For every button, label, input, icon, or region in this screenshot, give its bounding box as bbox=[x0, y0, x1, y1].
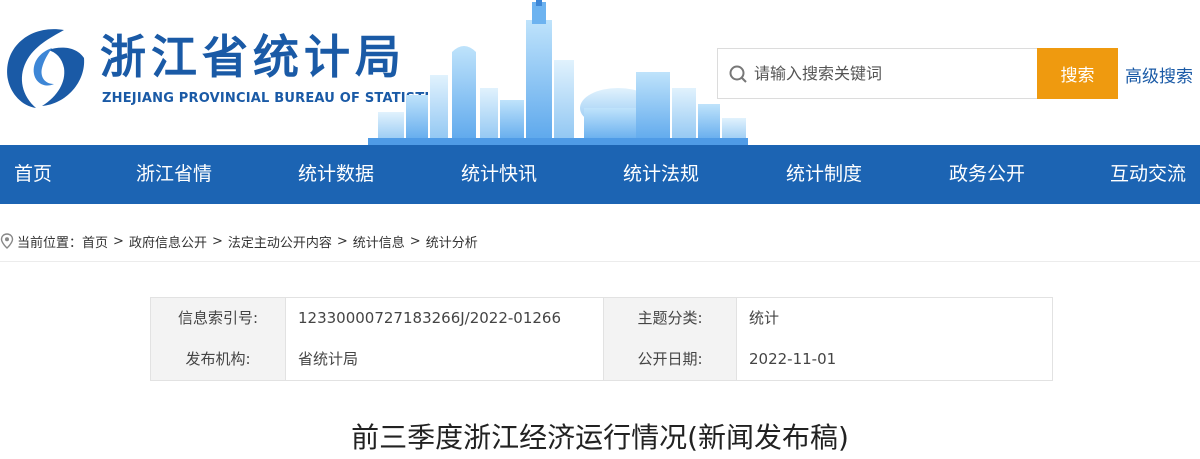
breadcrumb-divider bbox=[0, 261, 1200, 262]
breadcrumb-separator: > bbox=[409, 233, 421, 249]
location-pin-icon bbox=[0, 233, 14, 249]
breadcrumb: 当前位置： 首页 > 政府信息公开 > 法定主动公开内容 > 统计信息 > 统计… bbox=[0, 231, 478, 251]
nav-item-statistics-law[interactable]: 统计法规 bbox=[623, 145, 699, 204]
nav-item-zhejiang-overview[interactable]: 浙江省情 bbox=[136, 145, 212, 204]
city-skyline-illustration bbox=[368, 0, 748, 145]
index-number-value: 12330000727183266J/2022-01266 bbox=[286, 298, 604, 339]
nav-item-home[interactable]: 首页 bbox=[14, 145, 52, 204]
publisher-label: 发布机构: bbox=[151, 339, 286, 380]
publish-date-label: 公开日期: bbox=[604, 339, 737, 380]
breadcrumb-government-info[interactable]: 政府信息公开 bbox=[129, 232, 207, 251]
breadcrumb-separator: > bbox=[113, 233, 124, 249]
nav-item-statistics-data[interactable]: 统计数据 bbox=[298, 145, 374, 204]
search-icon bbox=[729, 65, 747, 83]
topic-label: 主题分类: bbox=[604, 298, 737, 339]
search-button[interactable]: 搜索 bbox=[1037, 48, 1118, 99]
breadcrumb-home[interactable]: 首页 bbox=[82, 232, 108, 251]
breadcrumb-prefix: 当前位置： bbox=[17, 235, 83, 251]
document-info-table: 信息索引号: 12330000727183266J/2022-01266 主题分… bbox=[150, 297, 1053, 381]
article-title: 前三季度浙江经济运行情况(新闻发布稿) bbox=[351, 421, 849, 454]
breadcrumb-statutory-content[interactable]: 法定主动公开内容 bbox=[228, 232, 332, 251]
info-row: 发布机构: 省统计局 公开日期: 2022-11-01 bbox=[151, 339, 1052, 380]
index-number-label: 信息索引号: bbox=[151, 298, 286, 339]
nav-item-statistics-news[interactable]: 统计快讯 bbox=[461, 145, 537, 204]
nav-item-interaction[interactable]: 互动交流 bbox=[1110, 145, 1186, 204]
search-box bbox=[717, 48, 1037, 99]
nav-item-government-affairs[interactable]: 政务公开 bbox=[949, 145, 1025, 204]
main-nav: 首页 浙江省情 统计数据 统计快讯 统计法规 统计制度 政务公开 互动交流 bbox=[0, 145, 1200, 204]
nav-item-statistics-system[interactable]: 统计制度 bbox=[786, 145, 862, 204]
bureau-logo-icon[interactable] bbox=[0, 22, 88, 110]
advanced-search-link[interactable]: 高级搜索 bbox=[1125, 62, 1193, 87]
breadcrumb-statistics-info[interactable]: 统计信息 bbox=[353, 232, 405, 251]
search-input[interactable] bbox=[754, 64, 1024, 83]
breadcrumb-separator: > bbox=[336, 233, 348, 249]
info-row: 信息索引号: 12330000727183266J/2022-01266 主题分… bbox=[151, 298, 1052, 339]
breadcrumb-separator: > bbox=[211, 233, 223, 249]
site-title-cn: 浙江省统计局 bbox=[100, 30, 406, 84]
publisher-value: 省统计局 bbox=[286, 339, 604, 380]
publish-date-value: 2022-11-01 bbox=[737, 339, 1052, 380]
topic-value: 统计 bbox=[737, 298, 1052, 339]
breadcrumb-statistics-analysis[interactable]: 统计分析 bbox=[426, 232, 478, 251]
site-header: 浙江省统计局 ZHEJIANG PROVINCIAL BUREAU OF STA… bbox=[0, 0, 1200, 145]
